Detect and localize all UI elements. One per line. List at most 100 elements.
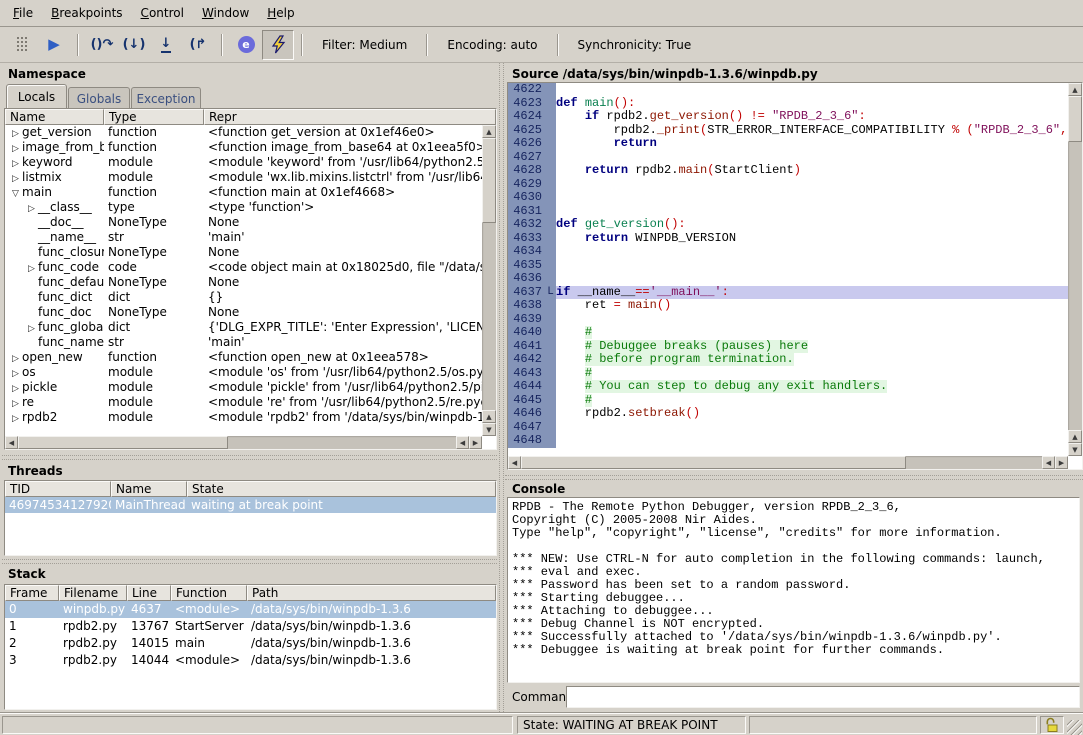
sash-source-console[interactable] <box>505 475 1083 480</box>
scroll-left-icon[interactable]: ◀ <box>508 456 521 469</box>
table-row[interactable]: func_closur NoneType None <box>5 245 482 260</box>
table-row[interactable]: 2 rpdb2.py 14015 main /data/sys/bin/winp… <box>5 635 496 652</box>
code-line[interactable]: 4639 <box>508 313 1068 327</box>
code-line[interactable]: 4648 <box>508 434 1068 448</box>
scroll-up-icon[interactable]: ▲ <box>1068 83 1082 96</box>
step-return-button[interactable]: (↱ <box>182 30 214 60</box>
scroll-up-icon[interactable]: ▲ <box>482 410 496 423</box>
code-line[interactable]: 4625 rpdb2._print(STR_ERROR_INTERFACE_CO… <box>508 124 1068 138</box>
menu-item[interactable]: Window <box>193 1 258 25</box>
column-header-filename[interactable]: Filename <box>59 585 127 601</box>
menu-item[interactable]: Control <box>132 1 193 25</box>
code-line[interactable]: 4630 <box>508 191 1068 205</box>
table-row[interactable]: ▷open_new function <function open_new at… <box>5 350 482 365</box>
table-row[interactable]: ▷__class__ type <type 'function'> <box>5 200 482 215</box>
scroll-left-icon[interactable]: ◀ <box>1042 456 1055 469</box>
code-line[interactable]: 4631 <box>508 205 1068 219</box>
column-header-state[interactable]: State <box>187 481 496 497</box>
column-header-tid[interactable]: TID <box>5 481 111 497</box>
code-line[interactable]: 4645 # <box>508 394 1068 408</box>
table-row[interactable]: ▷get_version function <function get_vers… <box>5 125 482 140</box>
table-row[interactable]: ▷image_from_b function <function image_f… <box>5 140 482 155</box>
twisty-icon[interactable]: ▷ <box>25 322 38 335</box>
scroll-down-icon[interactable]: ▼ <box>1068 443 1082 456</box>
code-line[interactable]: 4638 ret = main() <box>508 299 1068 313</box>
code-line[interactable]: 4627 <box>508 151 1068 165</box>
code-line[interactable]: 4634 <box>508 245 1068 259</box>
twisty-icon[interactable]: ▷ <box>25 262 38 275</box>
code-line[interactable]: 4628 return rpdb2.main(StartClient) <box>508 164 1068 178</box>
encoding-button[interactable]: e <box>230 30 262 60</box>
twisty-icon[interactable]: ▷ <box>9 157 22 170</box>
scroll-thumb[interactable] <box>482 138 496 223</box>
namespace-tab[interactable]: Locals <box>6 84 67 109</box>
table-row[interactable]: ▷os module <module 'os' from '/usr/lib64… <box>5 365 482 380</box>
column-header-path[interactable]: Path <box>247 585 496 601</box>
sash-namespace-threads[interactable] <box>2 455 497 460</box>
twisty-icon[interactable]: ▽ <box>9 187 22 200</box>
break-button[interactable] <box>6 30 38 60</box>
synchronicity-toggle-button[interactable] <box>262 30 294 60</box>
command-input[interactable] <box>566 686 1080 708</box>
table-row[interactable]: func_name str 'main' <box>5 335 482 350</box>
menu-item[interactable]: Breakpoints <box>42 1 131 25</box>
table-row[interactable]: ▷keyword module <module 'keyword' from '… <box>5 155 482 170</box>
table-row[interactable]: ▷re module <module 're' from '/usr/lib64… <box>5 395 482 410</box>
code-line[interactable]: 4636 <box>508 272 1068 286</box>
code-line[interactable]: 4624 if rpdb2.get_version() != "RPDB_2_3… <box>508 110 1068 124</box>
table-row[interactable]: 3 rpdb2.py 14044 <module> /data/sys/bin/… <box>5 652 496 669</box>
column-header-frame[interactable]: Frame <box>5 585 59 601</box>
table-row[interactable]: func_doc NoneType None <box>5 305 482 320</box>
table-row[interactable]: ▷func_code code <code object main at 0x1… <box>5 260 482 275</box>
menu-item[interactable]: File <box>4 1 42 25</box>
table-row[interactable]: 0 winpdb.py 4637 <module> /data/sys/bin/… <box>5 601 496 618</box>
table-row[interactable]: func_defaul NoneType None <box>5 275 482 290</box>
code-line[interactable]: 4646 rpdb2.setbreak() <box>508 407 1068 421</box>
column-header-function[interactable]: Function <box>171 585 247 601</box>
table-row[interactable]: ▷rpdb2 module <module 'rpdb2' from '/dat… <box>5 410 482 425</box>
code-area[interactable]: 46224623def main():4624 if rpdb2.get_ver… <box>508 83 1068 456</box>
twisty-icon[interactable]: ▷ <box>9 127 22 140</box>
column-header-line[interactable]: Line <box>127 585 171 601</box>
code-line[interactable]: 4640 # <box>508 326 1068 340</box>
scroll-right-icon[interactable]: ▶ <box>469 436 482 449</box>
scroll-up-icon[interactable]: ▲ <box>482 125 496 138</box>
table-row[interactable]: __doc__ NoneType None <box>5 215 482 230</box>
twisty-icon[interactable]: ▷ <box>9 367 22 380</box>
source-vscrollbar[interactable]: ▲ ▲ ▼ <box>1068 83 1082 456</box>
scroll-thumb[interactable] <box>1068 96 1082 142</box>
scroll-left-icon[interactable]: ◀ <box>5 436 18 449</box>
namespace-hscrollbar[interactable]: ◀ ◀ ▶ <box>5 436 482 449</box>
scroll-up-icon[interactable]: ▲ <box>1068 430 1082 443</box>
code-line[interactable]: 4647 <box>508 421 1068 435</box>
twisty-icon[interactable]: ▷ <box>9 172 22 185</box>
code-line[interactable]: 4626 return <box>508 137 1068 151</box>
menu-item[interactable]: Help <box>258 1 303 25</box>
table-row[interactable]: __name__ str 'main' <box>5 230 482 245</box>
code-line[interactable]: 4629 <box>508 178 1068 192</box>
code-line[interactable]: 4644 # You can step to debug any exit ha… <box>508 380 1068 394</box>
code-line[interactable]: 4637Lif __name__=='__main__': <box>508 286 1068 300</box>
step-over-button[interactable]: ()↷ <box>86 30 118 60</box>
table-row[interactable]: ▽main function <function main at 0x1ef46… <box>5 185 482 200</box>
sash-threads-stack[interactable] <box>2 559 497 564</box>
scroll-thumb[interactable] <box>18 436 228 449</box>
code-line[interactable]: 4642 # before program termination. <box>508 353 1068 367</box>
column-header-type[interactable]: Type <box>104 109 204 125</box>
code-line[interactable]: 4641 # Debuggee breaks (pauses) here <box>508 340 1068 354</box>
code-line[interactable]: 4622 <box>508 83 1068 97</box>
twisty-icon[interactable]: ▷ <box>25 202 38 215</box>
table-row[interactable]: ▷pickle module <module 'pickle' from '/u… <box>5 380 482 395</box>
column-header-repr[interactable]: Repr <box>204 109 496 125</box>
code-line[interactable]: 4632def get_version(): <box>508 218 1068 232</box>
resize-grip[interactable] <box>1067 720 1082 735</box>
twisty-icon[interactable]: ▷ <box>9 397 22 410</box>
code-line[interactable]: 4633 return WINPDB_VERSION <box>508 232 1068 246</box>
sash-vertical[interactable] <box>499 63 504 712</box>
source-hscrollbar[interactable]: ◀ ◀ ▶ <box>508 456 1068 469</box>
column-header-name[interactable]: Name <box>111 481 187 497</box>
namespace-vscrollbar[interactable]: ▲ ▲ ▼ <box>482 125 496 436</box>
go-button[interactable]: ▶ <box>38 30 70 60</box>
scroll-right-icon[interactable]: ▶ <box>1055 456 1068 469</box>
code-line[interactable]: 4643 # <box>508 367 1068 381</box>
